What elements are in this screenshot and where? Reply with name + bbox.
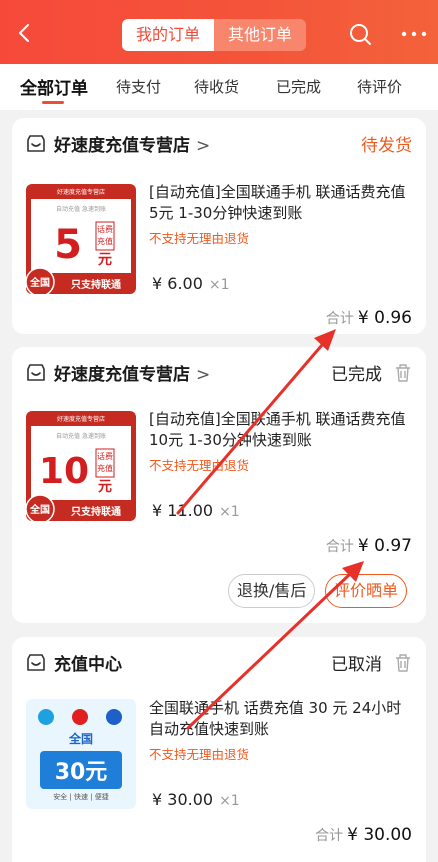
product-thumbnail[interactable]: 好速度充值专营店 自动充值 急速到账 5 话费 充值 元 全国 只支持联通 (26, 184, 136, 294)
no-refund-note: 不支持无理由退货 (149, 231, 250, 246)
product-title[interactable]: [自动充值]全国联通手机 联通话费充值5元 1-30分钟快速到账 (149, 182, 415, 224)
tab-pending-receipt[interactable]: 待收货 (194, 76, 239, 97)
thumb-tag1: 话费 (97, 451, 113, 461)
order-status: 已完成 (331, 365, 382, 385)
no-refund-note: 不支持无理由退货 (149, 458, 250, 473)
order-card[interactable]: 好速度充值专营店 > 已完成 好速度充值专营店 自动充值 急速到账 10 话费 充… (12, 347, 426, 623)
thumb-tagline: 安全 | 快速 | 便捷 (53, 792, 109, 801)
thumb-unit: 元 (98, 252, 112, 268)
order-type-switch: 我的订单 其他订单 (122, 19, 307, 51)
order-card[interactable]: 好速度充值专营店 > 待发货 好速度充值专营店 自动充值 急速到账 5 话费 充值… (12, 118, 426, 334)
order-total: 合计 ¥ 30.00 (315, 825, 412, 845)
thumb-tag2: 充值 (97, 463, 113, 473)
product-price: ¥ 30.00 ×1 (152, 790, 240, 809)
product-title[interactable]: [自动充值]全国联通手机 联通话费充值10元 1-30分钟快速到账 (149, 409, 415, 451)
shop-icon (27, 364, 45, 381)
thumb-tag2: 充值 (97, 236, 113, 246)
product-price: ¥ 6.00 ×1 (152, 274, 230, 293)
shop-icon (27, 135, 45, 152)
carrier-logo-icon (72, 709, 88, 725)
search-icon[interactable] (348, 22, 372, 46)
order-status: 已取消 (331, 655, 382, 675)
shop-name[interactable]: 充值中心 (54, 650, 122, 675)
product-thumbnail[interactable]: 好速度充值专营店 自动充值 急速到账 10 话费 充值 元 全国 只支持联通 (26, 411, 136, 521)
no-refund-note: 不支持无理由退货 (149, 747, 250, 762)
order-filter-tabs: 全部订单 待支付 待收货 已完成 待评价 (0, 64, 438, 110)
shop-name[interactable]: 好速度充值专营店 > (54, 131, 210, 156)
product-title[interactable]: 全国联通手机 话费充值 30 元 24小时自动充值快速到账 (149, 698, 415, 740)
thumb-amount: 30元 (55, 760, 108, 785)
product-thumbnail[interactable]: 全国 30元 安全 | 快速 | 便捷 (26, 699, 136, 809)
order-status: 待发货 (361, 136, 412, 156)
delete-order-icon[interactable] (394, 653, 412, 673)
order-total: 合计 ¥ 0.96 (325, 308, 412, 328)
thumb-unit: 元 (98, 479, 112, 495)
tab-pending-payment[interactable]: 待支付 (116, 76, 161, 97)
thumb-carrier-note: 只支持联通 (71, 505, 121, 518)
return-aftersale-button[interactable]: 退换/售后 (228, 574, 316, 608)
review-button[interactable]: 评价晒单 (325, 574, 408, 608)
active-tab-indicator (42, 101, 64, 104)
order-total: 合计 ¥ 0.97 (325, 536, 412, 556)
thumb-amount: 10 (39, 451, 89, 492)
thumb-store-label: 好速度充值专营店 (57, 188, 105, 196)
tab-pending-review[interactable]: 待评价 (357, 76, 402, 97)
tab-all-orders[interactable]: 全部订单 (20, 74, 88, 99)
delete-order-icon[interactable] (394, 363, 412, 383)
thumb-carrier-note: 只支持联通 (71, 278, 121, 291)
top-header: 我的订单 其他订单 (0, 0, 438, 64)
thumb-region: 全国 (68, 731, 93, 746)
thumb-region: 全国 (29, 276, 50, 289)
shop-icon (27, 654, 45, 671)
carrier-logo-icon (38, 709, 54, 725)
other-orders-tab[interactable]: 其他订单 (214, 19, 307, 51)
tab-completed[interactable]: 已完成 (276, 76, 321, 97)
shop-name[interactable]: 好速度充值专营店 > (54, 360, 210, 385)
thumb-sub-label: 自动充值 急速到账 (56, 205, 106, 213)
thumb-tag1: 话费 (97, 224, 113, 234)
order-card[interactable]: 充值中心 已取消 全国 30元 安全 | 快速 | 便捷 全国联通手机 话费充值… (12, 637, 426, 862)
thumb-sub-label: 自动充值 急速到账 (56, 432, 106, 440)
thumb-region: 全国 (29, 503, 50, 516)
product-price: ¥ 11.00 ×1 (152, 501, 240, 520)
more-icon[interactable] (400, 22, 428, 46)
back-arrow-icon[interactable] (14, 22, 36, 44)
thumb-amount: 5 (54, 222, 82, 268)
thumb-store-label: 好速度充值专营店 (57, 415, 105, 423)
carrier-logo-icon (106, 709, 122, 725)
my-orders-tab[interactable]: 我的订单 (122, 19, 215, 51)
